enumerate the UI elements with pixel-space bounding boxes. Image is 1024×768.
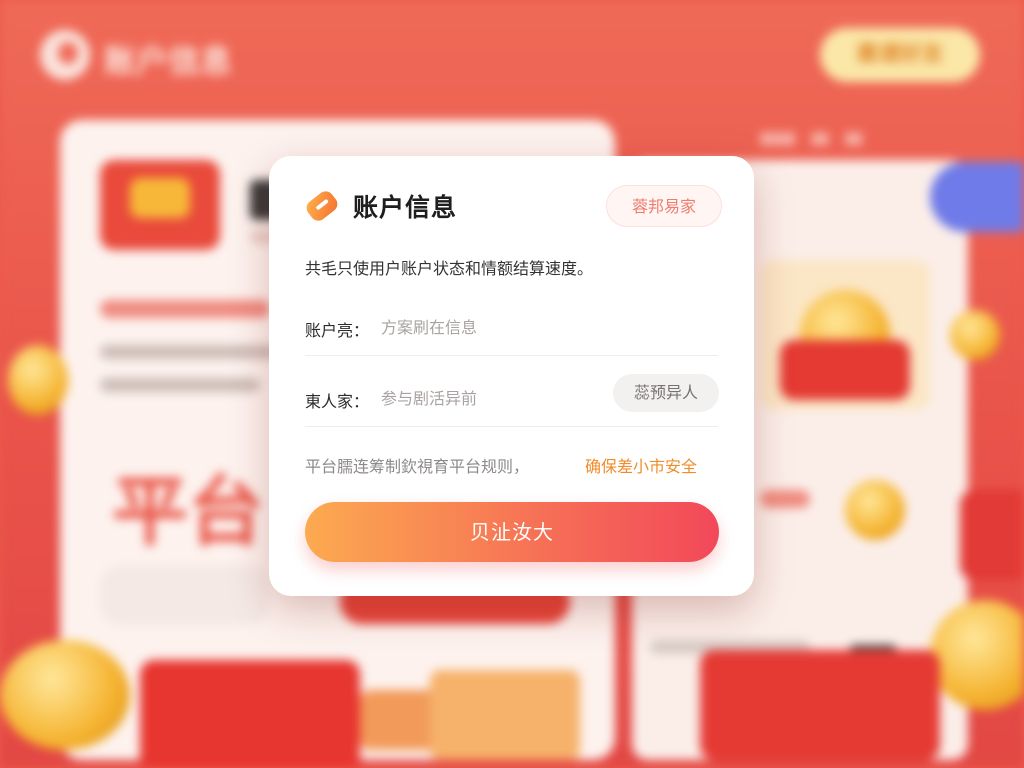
red-envelope-icon — [780, 340, 910, 400]
contact-field-label: 東人家： — [305, 392, 370, 411]
gold-coin-icon — [0, 640, 130, 750]
gold-coin-icon — [8, 345, 68, 415]
background-blue-pill — [930, 162, 1024, 232]
red-envelope-icon — [140, 660, 360, 768]
contact-side-button[interactable]: 蕊预异人 — [613, 374, 719, 412]
gold-coin-icon — [845, 480, 905, 540]
dialog-tag-button[interactable]: 蓉邦易家 — [606, 185, 722, 227]
background-decoration — [760, 490, 810, 508]
contact-field-row: 東人家： 蕊预异人 — [305, 370, 719, 427]
account-info-dialog: 账户信息 蓉邦易家 共毛只使用户账户状态和情额结算速度。 账户亮： 東人家： 蕊… — [269, 156, 754, 596]
background-app-title: 账户信息 — [104, 42, 233, 80]
background-decoration — [100, 378, 260, 392]
background-decoration — [100, 345, 280, 359]
red-envelope-icon — [700, 650, 940, 760]
background-decoration — [430, 670, 580, 760]
account-input[interactable] — [381, 315, 601, 339]
background-banner-text: 平台 — [112, 467, 264, 556]
safety-link[interactable]: 确保差小市安全 — [585, 453, 697, 477]
red-envelope-icon — [100, 160, 220, 250]
background-decoration — [100, 565, 270, 625]
dialog-title: 账户信息 — [353, 193, 458, 222]
account-field-label: 账户亮： — [305, 321, 370, 340]
account-field-row: 账户亮： — [305, 299, 718, 356]
gold-coin-icon — [950, 310, 1000, 360]
rules-notice: 平台臑连筹制欽視育平台规则， — [305, 457, 530, 476]
background-header-button: 邀请好友 — [820, 28, 980, 82]
red-envelope-icon — [960, 490, 1024, 580]
contact-input[interactable] — [381, 386, 601, 410]
submit-button[interactable]: 贝沚汝大 — [305, 502, 719, 562]
brand-logo-icon — [40, 30, 90, 80]
background-nav: ▮▮▮▮ ▮▮ ▮▮ — [760, 128, 863, 147]
brand-logo-icon — [306, 191, 338, 221]
background-decoration — [100, 300, 270, 318]
dialog-description: 共毛只使用户账户状态和情额结算速度。 — [305, 259, 594, 278]
